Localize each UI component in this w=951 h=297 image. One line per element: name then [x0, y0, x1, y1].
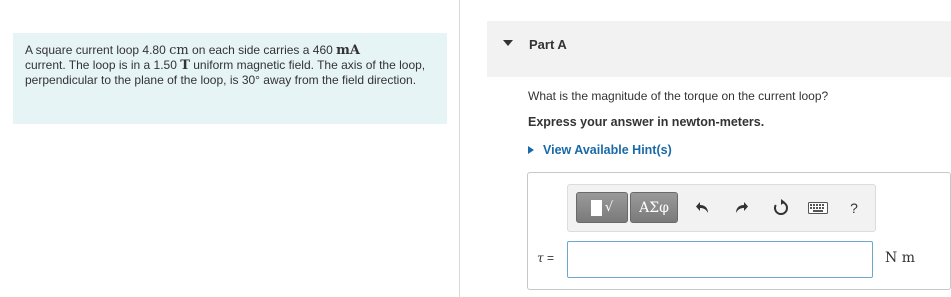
help-button[interactable]: ? [844, 197, 864, 219]
answer-unit: N m [885, 250, 915, 266]
templates-button[interactable]: √ [576, 192, 628, 223]
math-toolbar: √ ΑΣφ ? [567, 184, 876, 232]
problem-text-3: current. The loop is in a 1.50 [25, 58, 181, 72]
tau-symbol: τ [537, 251, 544, 265]
sqrt-symbol: √ [604, 200, 614, 215]
undo-icon[interactable] [693, 197, 713, 219]
view-hints-label: View Available Hint(s) [543, 143, 672, 157]
symbols-button[interactable]: ΑΣφ [630, 192, 678, 223]
problem-text-2: on each side carries a 460 [188, 43, 337, 57]
part-title: Part A [529, 37, 567, 52]
part-a-header[interactable]: Part A [487, 21, 951, 77]
problem-text-1: A square current loop 4.80 [25, 43, 170, 57]
answer-label: τ = [537, 251, 554, 265]
view-hints-link[interactable]: View Available Hint(s) [528, 143, 672, 157]
unit-ma: mA [336, 43, 360, 58]
expand-caret-icon [528, 146, 534, 154]
equals-sign: = [543, 251, 554, 265]
answer-input[interactable] [567, 241, 873, 278]
unit-cm: cm [169, 43, 189, 58]
reset-icon[interactable] [771, 197, 791, 219]
collapse-caret-icon[interactable] [503, 40, 513, 46]
problem-panel: A square current loop 4.80 cm on each si… [0, 0, 460, 297]
keyboard-icon[interactable] [808, 197, 828, 219]
unit-tesla: T [180, 58, 190, 73]
redo-icon[interactable] [731, 197, 751, 219]
question-text: What is the magnitude of the torque on t… [528, 89, 829, 103]
problem-statement: A square current loop 4.80 cm on each si… [13, 33, 447, 124]
templates-icon [590, 199, 602, 216]
instruction-text: Express your answer in newton-meters. [528, 115, 765, 129]
